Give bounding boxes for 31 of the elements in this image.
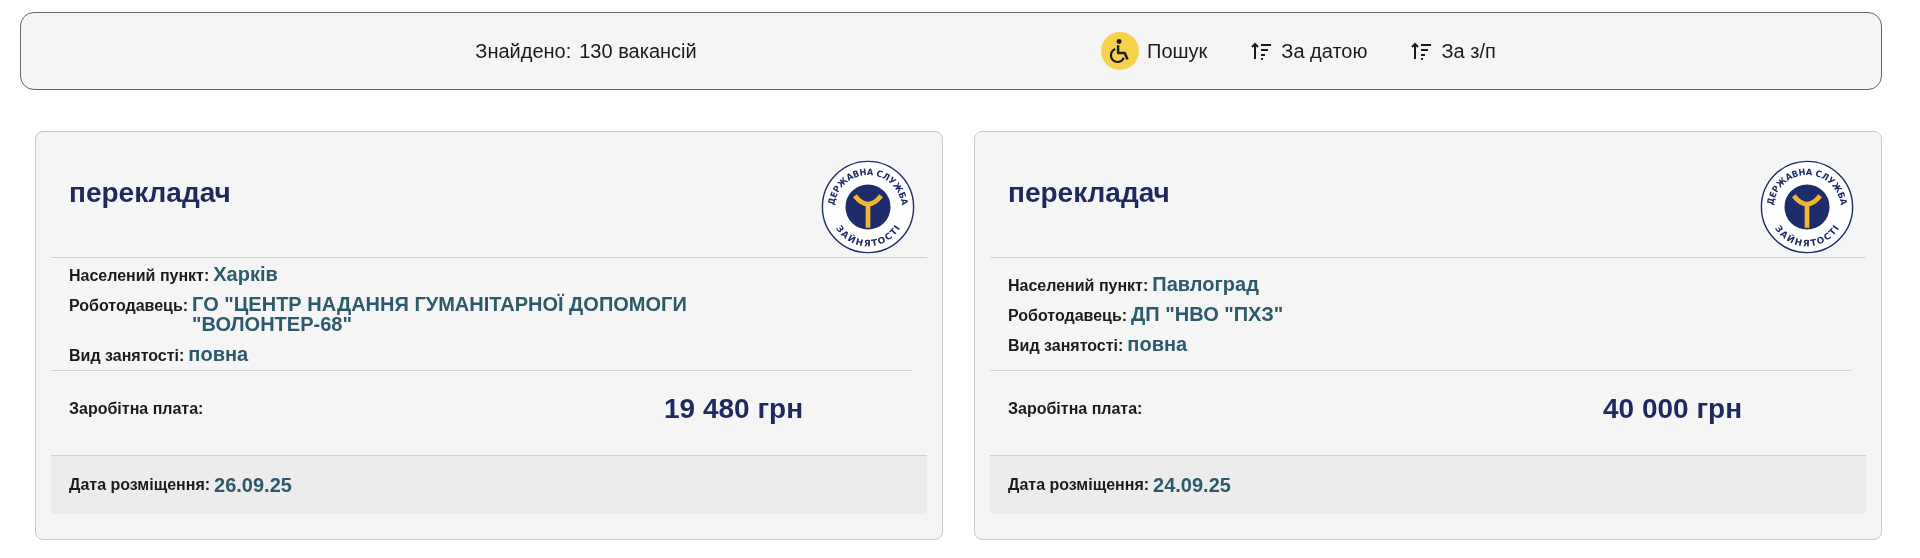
- field-value: повна: [188, 344, 249, 364]
- field-value: ДП "НВО "ПХЗ": [1131, 304, 1284, 324]
- field-label: Роботодавець:: [1008, 308, 1128, 324]
- field-value: Павлоград: [1152, 274, 1259, 294]
- search-button[interactable]: Пошук: [1101, 32, 1208, 70]
- wheelchair-icon: [1101, 32, 1139, 70]
- sort-icon: [1411, 41, 1434, 61]
- salary-value: 40 000 грн: [1603, 393, 1743, 425]
- field-value: Харків: [213, 264, 278, 284]
- date-value: 24.09.25: [1153, 473, 1231, 497]
- field-label: Роботодавець:: [69, 298, 189, 314]
- date-label: Дата розміщення:: [69, 476, 211, 494]
- vacancy-card[interactable]: [35, 131, 943, 540]
- salary-value: 19 480 грн: [664, 393, 804, 425]
- sort-button[interactable]: За датою: [1251, 39, 1368, 63]
- salary-label: Заробітна плата:: [69, 400, 205, 418]
- salary-label: Заробітна плата:: [1008, 400, 1144, 418]
- vacancy-title[interactable]: перекладач: [1008, 160, 1170, 209]
- sort-button[interactable]: За з/п: [1411, 39, 1496, 63]
- field-label: Населений пункт:: [1008, 278, 1149, 294]
- vacancy-title[interactable]: перекладач: [69, 160, 231, 209]
- sort-icon: [1251, 41, 1274, 61]
- date-value: 26.09.25: [214, 473, 292, 497]
- date-label: Дата розміщення:: [1008, 476, 1150, 494]
- field-value: повна: [1127, 334, 1188, 354]
- field-value: ГО "ЦЕНТР НАДАННЯ ГУМАНІТАРНОЇ ДОПОМОГИ "ВОЛОНТЕР-68": [192, 294, 688, 334]
- found-count: 130 вакансій: [579, 39, 697, 63]
- field-label: Населений пункт:: [69, 268, 210, 284]
- field-label: Вид занятості:: [69, 348, 185, 364]
- field-label: Вид занятості:: [1008, 338, 1124, 354]
- found-label: Знайдено:: [475, 39, 572, 63]
